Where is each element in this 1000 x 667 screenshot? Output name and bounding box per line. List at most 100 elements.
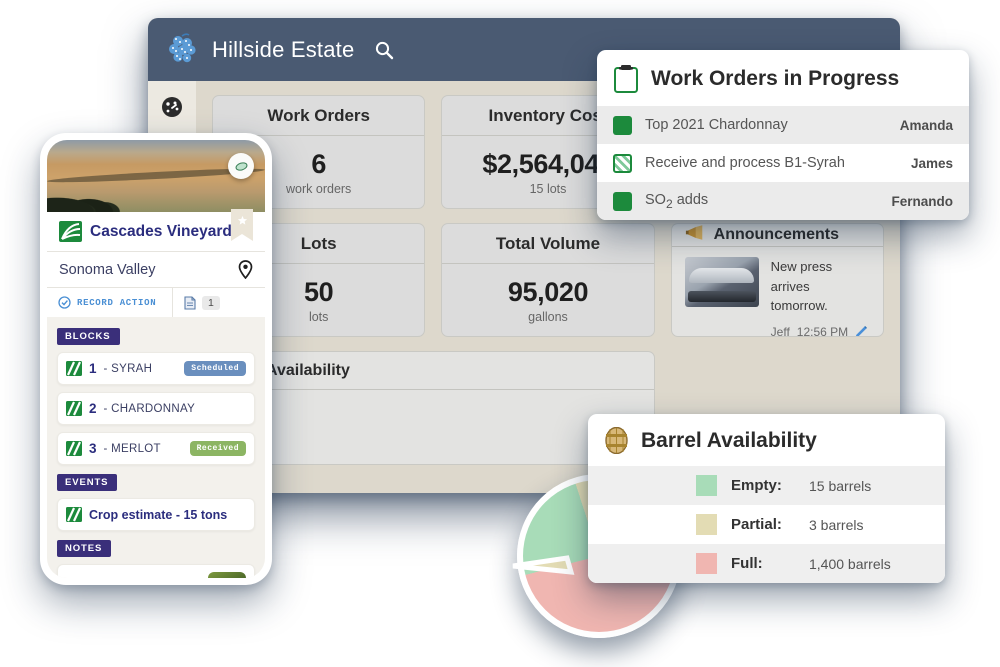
barrel-availability-panel: Barrel Availability Empty: 15 barrels Pa… [588,414,945,583]
dashboard-gauge-icon[interactable] [160,95,184,119]
legend-count: 1,400 barrels [809,555,891,572]
record-action-button[interactable]: RECORD ACTION [47,288,173,317]
block-row[interactable]: 2 - CHARDONNAY [57,392,255,425]
announcement-text: New press arrives tomorrow. [770,259,833,313]
stat-value: 95,020 [507,276,589,307]
mobile-screen: Cascades Vineyard Sonoma Valley RECORD A… [47,140,265,578]
barrel-legend-row[interactable]: Partial: 3 barrels [588,505,945,544]
document-count: 1 [202,295,220,310]
note-body: Getting close! 8:45 AM BY AMANDA [66,577,200,578]
announcement-author: Jeff [770,324,790,337]
stat-subtext: lots [308,309,329,324]
stat-subtext: gallons [528,309,568,324]
record-action-label: RECORD ACTION [77,297,157,308]
event-row[interactable]: Crop estimate - 15 tons [57,498,255,531]
block-number: 2 [89,401,97,416]
legend-label: Partial: [731,516,782,533]
stat-value: 50 [304,276,334,307]
work-order-name: Receive and process B1-Syrah [645,155,845,171]
mobile-sections: BLOCKS 1 - SYRAH Scheduled 2 - CHARDONNA… [47,317,265,578]
announcement-body: New press arrives tomorrow. Jeff 12:56 P… [770,257,870,337]
search-icon[interactable] [374,40,394,60]
app-title: Hillside Estate [212,36,355,62]
pencil-icon[interactable] [855,325,868,336]
barrel-icon [604,426,629,455]
mobile-vineyard-card: Cascades Vineyard Sonoma Valley RECORD A… [40,133,272,585]
section-label-blocks: BLOCKS [57,328,120,345]
star-bookmark-icon[interactable] [231,209,253,241]
note-thumbnail [208,572,246,578]
stat-body: 95,020 gallons [442,264,653,336]
document-count-button[interactable]: 1 [173,288,265,317]
block-variety: - CHARDONNAY [103,402,196,415]
work-order-owner: James [910,155,953,171]
status-swatch-solid-icon [613,115,632,135]
legend-swatch-partial-icon [696,514,717,535]
block-number: 1 [89,361,97,376]
map-pin-icon[interactable] [238,260,253,280]
check-circle-icon [58,296,71,309]
vineyard-rows-icon [59,221,82,242]
stat-title: Total Volume [442,224,654,264]
grape-cluster-icon [166,32,200,67]
announcements-panel[interactable]: Announcements New press arrives tomorrow… [670,223,884,337]
stat-title: Work Orders [213,96,425,136]
legend-swatch-full-icon [696,553,717,574]
note-title: Getting close! [66,577,200,578]
action-bar: RECORD ACTION 1 [47,287,265,317]
status-badge: Scheduled [184,361,246,376]
announcement-time: 12:56 PM [796,324,849,337]
megaphone-icon [685,224,705,246]
document-icon [184,295,196,310]
hero-trees [47,167,174,212]
barrel-legend-row[interactable]: Empty: 15 barrels [588,466,945,505]
work-order-owner: Amanda [899,117,953,133]
legend-count: 15 barrels [809,477,872,494]
barrel-availability-title: Barrel Availability [641,428,817,452]
clipboard-icon [613,64,639,93]
stat-subtext: 15 lots [529,181,567,196]
block-icon [66,361,82,376]
screenshot-stage: Hillside Estate Work Orders 6 work order… [0,0,1000,667]
legend-label: Full: [731,555,763,572]
block-row[interactable]: 1 - SYRAH Scheduled [57,352,255,385]
barrel-availability-header: Barrel Availability [588,414,945,466]
vineyard-name: Cascades Vineyard [90,222,232,240]
work-order-name: Top 2021 Chardonnay [645,117,788,133]
status-swatch-striped-icon [613,153,632,173]
announcements-header: Announcements [671,224,883,247]
announcement-meta: Jeff 12:56 PM [770,324,870,337]
block-variety: - MERLOT [103,442,161,455]
work-order-name: SO2 adds [645,191,709,211]
legend-label: Empty: [731,477,782,494]
legend-count: 3 barrels [809,516,864,533]
work-order-row[interactable]: Top 2021 Chardonnay Amanda [597,106,969,144]
leaf-badge-icon[interactable] [228,153,254,179]
block-icon [66,441,82,456]
announcement-thumbnail [684,257,759,307]
vineyard-hero-photo [47,140,265,212]
stat-value: $2,564,046 [482,148,614,179]
location-bar[interactable]: Sonoma Valley [47,251,265,287]
note-row[interactable]: Getting close! 8:45 AM BY AMANDA [57,564,255,578]
barrel-legend-row[interactable]: Full: 1,400 barrels [588,544,945,583]
section-label-events: EVENTS [57,474,118,491]
announcement-item[interactable]: New press arrives tomorrow. Jeff 12:56 P… [672,247,883,337]
work-orders-header: Work Orders in Progress [597,50,969,106]
status-badge: Received [189,441,246,456]
vineyard-name-bar[interactable]: Cascades Vineyard [47,209,265,251]
work-order-row[interactable]: SO2 adds Fernando [597,182,969,220]
block-number: 3 [89,441,97,456]
work-orders-title: Work Orders in Progress [651,66,900,90]
section-label-notes: NOTES [57,540,112,557]
stat-value: 6 [311,148,326,179]
block-icon [66,507,82,522]
legend-swatch-empty-icon [696,475,717,496]
status-swatch-solid-icon [613,191,632,211]
stat-card-total-volume[interactable]: Total Volume 95,020 gallons [441,223,655,337]
work-order-owner: Fernando [891,193,953,209]
block-row[interactable]: 3 - MERLOT Received [57,432,255,465]
block-icon [66,401,82,416]
work-order-row[interactable]: Receive and process B1-Syrah James [597,144,969,182]
stat-subtext: work orders [286,181,352,196]
